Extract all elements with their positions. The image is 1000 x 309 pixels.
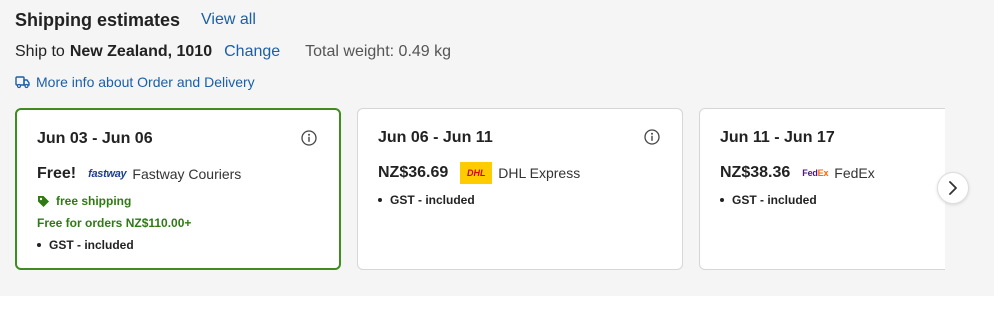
carrier-name: DHL Express (498, 165, 581, 181)
gst-info: GST - included (720, 193, 817, 207)
gst-info: GST - included (37, 238, 134, 252)
info-icon[interactable] (301, 130, 317, 146)
delivery-date-range: Jun 06 - Jun 11 (378, 129, 493, 146)
bullet (720, 198, 724, 202)
shipping-estimates-panel: Shipping estimates View all Ship to New … (0, 0, 994, 296)
shipping-price: NZ$36.69 (378, 164, 449, 181)
delivery-date-range: Jun 11 - Jun 17 (720, 129, 835, 146)
view-all-link[interactable]: View all (201, 11, 256, 29)
more-info-label: More info about Order and Delivery (36, 74, 255, 90)
chevron-right-icon (949, 181, 957, 195)
carrier-name: Fastway Couriers (132, 166, 242, 182)
free-shipping-tag: free shipping (37, 194, 131, 208)
carousel-next-button[interactable] (937, 172, 969, 204)
total-weight: Total weight: 0.49 kg (305, 43, 452, 60)
dhl-logo: DHL (460, 162, 493, 184)
shipping-options-carousel: Jun 03 - Jun 06 Free! fastway Fastway Co… (0, 108, 945, 272)
carrier-name: FedEx (834, 165, 875, 181)
shipping-option-card-fedex[interactable]: Jun 11 - Jun 17 NZ$38.36 FedEx FedEx GST… (699, 108, 945, 270)
shipping-option-card-dhl[interactable]: Jun 06 - Jun 11 NZ$36.69 DHL DHL Express… (357, 108, 683, 270)
price-row: Free! fastway Fastway Couriers (37, 162, 241, 186)
info-icon[interactable] (644, 129, 660, 145)
gst-label: GST - included (49, 238, 134, 252)
shipping-price: NZ$38.36 (720, 164, 791, 181)
ship-to-label: Ship to (15, 43, 65, 60)
price-row: NZ$36.69 DHL DHL Express (378, 161, 580, 185)
ship-to-row: Ship to New Zealand, 1010 Change Total w… (15, 40, 451, 64)
fastway-logo: fastway (88, 168, 127, 180)
gst-info: GST - included (378, 193, 475, 207)
section-title: Shipping estimates (15, 9, 181, 30)
price-row: NZ$38.36 FedEx FedEx (720, 161, 875, 185)
gst-label: GST - included (390, 193, 475, 207)
bullet (37, 243, 41, 247)
delivery-truck-icon (15, 76, 30, 89)
shipping-price: Free! (37, 165, 77, 182)
change-destination-link[interactable]: Change (224, 43, 280, 61)
shipping-header: Shipping estimates View all (15, 8, 256, 32)
bullet (378, 198, 382, 202)
free-shipping-label: free shipping (56, 194, 132, 208)
delivery-date-range: Jun 03 - Jun 06 (37, 130, 153, 147)
more-info-link[interactable]: More info about Order and Delivery (15, 72, 255, 92)
shipping-option-card-fastway[interactable]: Jun 03 - Jun 06 Free! fastway Fastway Co… (15, 108, 341, 270)
fedex-logo: FedEx (802, 168, 829, 178)
free-threshold: Free for orders NZ$110.00+ (37, 216, 192, 230)
tag-icon (38, 195, 49, 207)
gst-label: GST - included (732, 193, 817, 207)
ship-to-destination: New Zealand, 1010 (69, 43, 213, 60)
